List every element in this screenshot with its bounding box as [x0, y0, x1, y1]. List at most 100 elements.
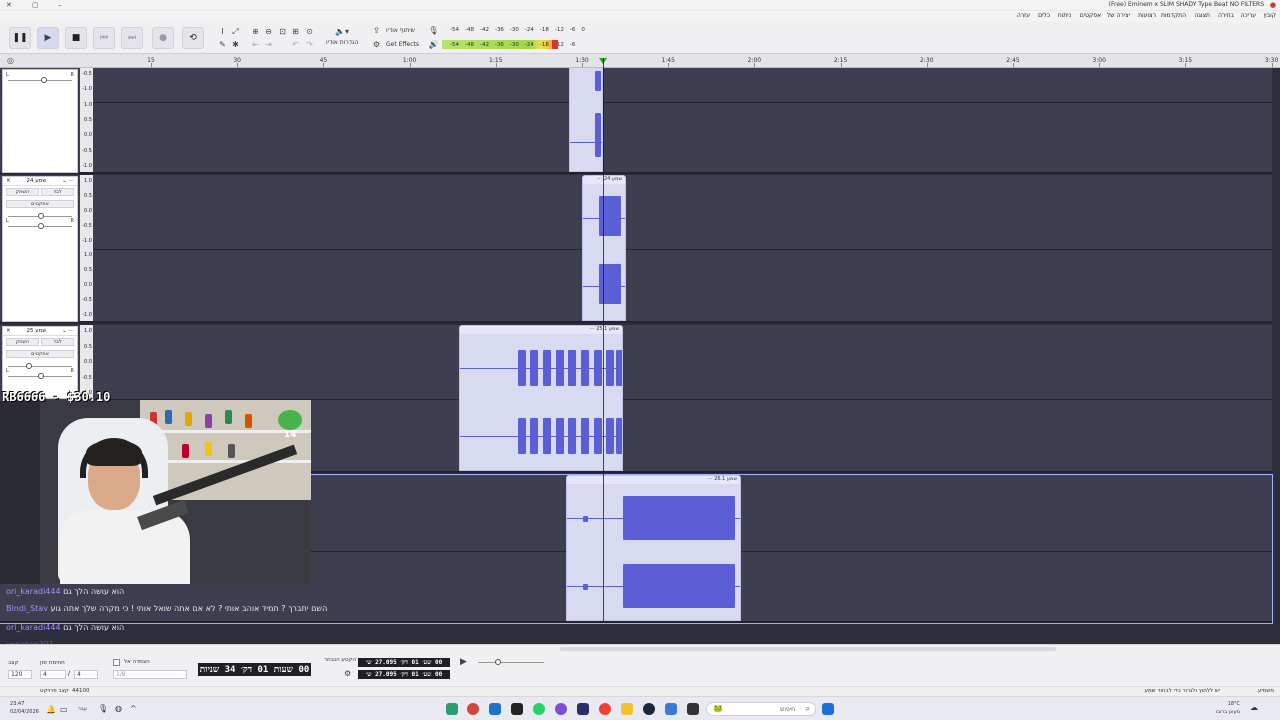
track-2-solo-button[interactable]: לבד	[41, 188, 74, 196]
fit-selection-icon[interactable]: ⊡	[277, 26, 288, 37]
draw-tool-icon[interactable]: ✎	[217, 39, 228, 50]
record-meter-icon[interactable]: 🎙	[428, 25, 439, 36]
track-4-clip-label[interactable]: שמע 26.1 ⋯	[567, 476, 740, 484]
menu-tools[interactable]: כלים	[1038, 12, 1050, 19]
file-explorer-icon[interactable]	[621, 703, 633, 715]
menu-select[interactable]: בחירה	[1218, 12, 1234, 19]
horizontal-scrollbar[interactable]	[560, 647, 1056, 651]
zoom-toggle-icon[interactable]: ⊙	[304, 26, 315, 37]
menu-effects[interactable]: אפקטים	[1080, 12, 1101, 19]
app-icon-2[interactable]	[467, 703, 479, 715]
terminal-icon[interactable]	[511, 703, 523, 715]
weather-temp[interactable]: 18°C	[1228, 701, 1240, 707]
undo-icon[interactable]: ↶	[290, 39, 301, 50]
skip-end-button[interactable]: ⏭	[121, 27, 143, 49]
track-3-pan-slider[interactable]: LR	[6, 368, 74, 380]
selection-start[interactable]: 00 שע׳ 01 דק׳ 27.095 ש׳	[358, 658, 450, 667]
play-button[interactable]: ▶	[37, 27, 59, 49]
timeline-ruler[interactable]: ◎ 15 30 45 1:00 1:15 1:30 1:45 2:00 2:15 2:30 2:45…	[0, 54, 1280, 68]
app-icon-12[interactable]	[687, 703, 699, 715]
track-2-effects-button[interactable]: אפקטים	[6, 200, 74, 208]
menu-transport[interactable]: התקדמות	[1161, 12, 1186, 19]
play-at-speed-icon[interactable]: ▶	[460, 657, 467, 667]
clock-time[interactable]: 23:47	[10, 701, 24, 707]
app-icon-6[interactable]	[555, 703, 567, 715]
track-1-clip[interactable]	[569, 68, 603, 172]
clock-date[interactable]: 02/04/2026	[10, 709, 39, 715]
menu-edit[interactable]: עריכה	[1240, 12, 1256, 19]
track-3-solo-button[interactable]: לבד	[41, 338, 74, 346]
time-display[interactable]: 00 שעות 01 דק׳ 34 שניות	[198, 663, 311, 676]
app-icon-3[interactable]	[489, 703, 501, 715]
track-3-name[interactable]: שמע 25	[26, 328, 46, 334]
mic-icon[interactable]: 🎙	[98, 704, 108, 713]
app-icon-1[interactable]	[446, 703, 458, 715]
weather-desc[interactable]: מעונן ברובו	[1216, 709, 1240, 715]
track-3-menu-icon[interactable]: ⌄ ⋯	[62, 328, 74, 334]
playback-meter-icon[interactable]: 🔊	[428, 39, 439, 50]
language-indicator[interactable]: עבר	[78, 706, 87, 712]
share-audio-icon[interactable]: ⇪	[371, 25, 382, 36]
record-meter[interactable]: -54 -48 -42 -36 -30 -24 -18 -12 -6 0	[442, 25, 585, 34]
menu-view[interactable]: תצוגה	[1194, 12, 1210, 19]
share-audio-label[interactable]: שיתוף אודיו	[386, 27, 415, 34]
time-signature-num[interactable]: 4	[40, 670, 66, 679]
redo-icon[interactable]: ↷	[304, 39, 315, 50]
menu-file[interactable]: קובץ	[1263, 12, 1276, 19]
track-3-close-icon[interactable]: ✕	[6, 328, 11, 334]
silence-icon[interactable]: ⇥	[263, 39, 274, 50]
track-2-clip[interactable]: שמע 24 ⋯	[582, 175, 626, 321]
close-window-icon[interactable]: ✕	[6, 1, 12, 9]
pause-button[interactable]: ❚❚	[9, 27, 31, 49]
display-icon[interactable]: ▭	[60, 705, 68, 714]
track-2-clip-label[interactable]: שמע 24 ⋯	[583, 176, 625, 184]
track-1-pan-slider[interactable]: L R	[6, 72, 74, 84]
track-3-clip[interactable]: שמע 25.1 ⋯	[459, 325, 623, 471]
track-2-mute-button[interactable]: השתק	[6, 188, 39, 196]
app-icon-11[interactable]	[665, 703, 677, 715]
get-effects-icon[interactable]: ⚙	[371, 39, 382, 50]
track-2-pan-slider[interactable]: LR	[6, 218, 74, 230]
audio-setup-icon[interactable]: 🔈▾	[334, 26, 350, 37]
selection-tool-icon[interactable]: I	[217, 26, 228, 37]
track-2-gain-slider[interactable]	[8, 212, 72, 220]
zoom-out-icon[interactable]: ⊖	[263, 26, 274, 37]
zoom-in-icon[interactable]: ⊕	[250, 26, 261, 37]
skip-start-button[interactable]: ⏮	[93, 27, 115, 49]
notification-icon[interactable]: 🔔	[46, 705, 56, 714]
track-4-clip[interactable]: שמע 26.1 ⋯	[566, 475, 741, 621]
track-3-mute-button[interactable]: השתק	[6, 338, 39, 346]
track-2-close-icon[interactable]: ✕	[6, 178, 11, 184]
track-1[interactable]: L R -0.5 -1.0 1.0 0.5 0.0 -0.5 -1.0	[0, 68, 1272, 174]
play-speed-slider[interactable]	[478, 662, 544, 663]
play-speed-knob[interactable]	[495, 659, 501, 665]
weather-icon[interactable]: ☁	[1250, 703, 1258, 712]
envelope-tool-icon[interactable]: ⤢	[230, 26, 241, 37]
minimize-window-icon[interactable]: –	[58, 1, 62, 9]
get-effects-label[interactable]: Get Effects	[386, 41, 419, 48]
track-3-gain-slider[interactable]	[8, 362, 72, 370]
time-signature-den[interactable]: 4	[74, 670, 98, 679]
menu-tracks[interactable]: רצועות	[1138, 12, 1156, 19]
track-2-menu-icon[interactable]: ⌄ ⋯	[62, 178, 74, 184]
track-3-clip-label[interactable]: שמע 25.1 ⋯	[460, 326, 622, 334]
track-3-effects-button[interactable]: אפקטים	[6, 350, 74, 358]
menu-analyze[interactable]: ניתוח	[1058, 12, 1071, 19]
snap-checkbox[interactable]	[113, 659, 120, 666]
track-2[interactable]: ✕ שמע 24 ⌄ ⋯ השתק לבד אפקטים LR 1.0 0.5 0.0 -0…	[0, 175, 1272, 323]
snap-select[interactable]: 1/8	[113, 670, 187, 679]
maximize-window-icon[interactable]: ▢	[32, 1, 39, 9]
steam-icon[interactable]	[643, 703, 655, 715]
record-button[interactable]: ●	[152, 27, 174, 49]
trim-icon[interactable]: ⇤	[250, 39, 261, 50]
tempo-field[interactable]: 120	[8, 670, 32, 679]
project-rate-value[interactable]: 44100	[72, 688, 90, 694]
fit-project-icon[interactable]: ⊞	[290, 26, 301, 37]
audacity-icon[interactable]	[577, 703, 589, 715]
chrome-icon[interactable]	[599, 703, 611, 715]
network-icon[interactable]: ◍	[115, 704, 122, 713]
start-icon[interactable]	[822, 703, 834, 715]
menu-help[interactable]: עזרה	[1017, 12, 1030, 19]
track-2-name[interactable]: שמע 24	[26, 178, 46, 184]
taskbar-search[interactable]: 🐸 חיפוש ⌕	[706, 702, 816, 716]
